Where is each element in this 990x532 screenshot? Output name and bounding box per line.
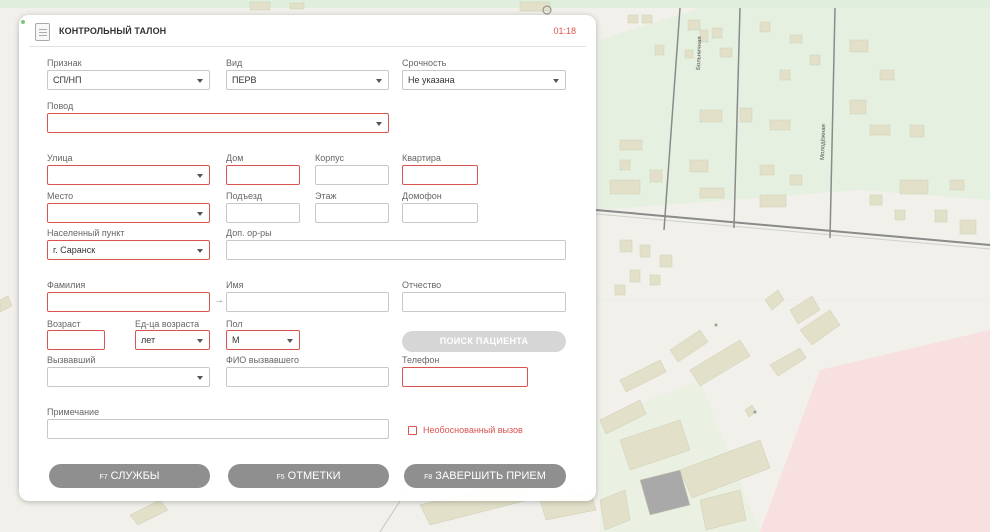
familiya-input[interactable] [47,292,210,312]
pol-value: М [232,335,240,345]
domofon-label: Домофон [402,191,442,201]
povod-label: Повод [47,101,74,111]
chevron-down-icon [197,79,203,83]
dom-label: Дом [226,153,244,163]
control-ticket-panel: КОНТРОЛЬНЫЙ ТАЛОН 01:18 Признак СП/НП Ви… [19,15,596,501]
priznak-select[interactable]: СП/НП [47,70,210,90]
chevron-down-icon [197,249,203,253]
header-divider [29,46,586,47]
chevron-down-icon [197,376,203,380]
finish-intake-button[interactable]: F8 ЗАВЕРШИТЬ ПРИЕМ [404,464,566,488]
telefon-input[interactable] [402,367,528,387]
imya-input[interactable] [226,292,389,312]
srochnost-value: Не указана [408,75,455,85]
finish-key: F8 [424,474,433,481]
street-label-2: Молодёжная [820,124,827,160]
podezd-input[interactable] [226,203,300,223]
vyzvavshiy-select[interactable] [47,367,210,387]
podezd-label: Подъезд [226,191,262,201]
primechanie-input[interactable] [47,419,389,439]
domofon-input[interactable] [402,203,478,223]
familiya-label: Фамилия [47,280,86,290]
services-label: СЛУЖБЫ [110,470,160,482]
chevron-down-icon [376,122,382,126]
chevron-down-icon [197,174,203,178]
marks-button[interactable]: F5 ОТМЕТКИ [228,464,389,488]
punkt-label: Населенный пункт [47,228,125,238]
chevron-down-icon [553,79,559,83]
dop-label: Доп. ор-ры [226,228,272,238]
imya-label: Имя [226,280,244,290]
otchestvo-input[interactable] [402,292,566,312]
mesto-select[interactable] [47,203,210,223]
priznak-label: Признак [47,58,82,68]
kvartira-input[interactable] [402,165,478,185]
ulica-select[interactable] [47,165,210,185]
panel-header: КОНТРОЛЬНЫЙ ТАЛОН 01:18 [19,15,596,47]
primechanie-label: Примечание [47,407,100,417]
arrow-right-icon: → [214,295,224,306]
finish-label: ЗАВЕРШИТЬ ПРИЕМ [435,470,546,482]
marks-label: ОТМЕТКИ [287,470,341,482]
ulica-label: Улица [47,153,73,163]
ed-vozrasta-label: Ед-ца возраста [135,319,200,329]
dop-input[interactable] [226,240,566,260]
pol-select[interactable]: М [226,330,300,350]
otchestvo-label: Отчество [402,280,442,290]
povod-select[interactable] [47,113,389,133]
call-timer: 01:18 [553,26,576,36]
services-button[interactable]: F7 СЛУЖБЫ [49,464,210,488]
marks-key: F5 [276,474,285,481]
vid-value: ПЕРВ [232,75,257,85]
chevron-down-icon [287,339,293,343]
vozrast-input[interactable] [47,330,105,350]
ed-vozrasta-select[interactable]: лет [135,330,210,350]
status-dot-icon [21,20,25,24]
search-patient-button[interactable]: ПОИСК ПАЦИЕНТА [402,331,566,352]
srochnost-select[interactable]: Не указана [402,70,566,90]
unjustified-call-label: Необоснованный вызов [423,425,523,435]
chevron-down-icon [376,79,382,83]
unjustified-call-checkbox[interactable] [408,426,417,435]
panel-title: КОНТРОЛЬНЫЙ ТАЛОН [59,26,167,36]
vid-label: Вид [226,58,243,68]
pol-label: Пол [226,319,243,329]
etazh-input[interactable] [315,203,389,223]
dom-input[interactable] [226,165,300,185]
document-icon [35,23,50,41]
korpus-label: Корпус [315,153,345,163]
priznak-value: СП/НП [53,75,82,85]
chevron-down-icon [197,339,203,343]
ed-vozrasta-value: лет [141,335,156,345]
mesto-label: Место [47,191,74,201]
fio-vyzvavshego-input[interactable] [226,367,389,387]
street-label-1: Больничная [696,36,703,70]
vyzvavshiy-label: Вызвавший [47,355,96,365]
punkt-select[interactable]: г. Саранск [47,240,210,260]
punkt-value: г. Саранск [53,245,96,255]
chevron-down-icon [197,212,203,216]
vozrast-label: Возраст [47,319,81,329]
services-key: F7 [99,474,108,481]
fio-vyzvavshego-label: ФИО вызвавшего [226,355,299,365]
telefon-label: Телефон [402,355,440,365]
etazh-label: Этаж [315,191,337,201]
srochnost-label: Срочность [402,58,447,68]
kvartira-label: Квартира [402,153,441,163]
vid-select[interactable]: ПЕРВ [226,70,389,90]
korpus-input[interactable] [315,165,389,185]
